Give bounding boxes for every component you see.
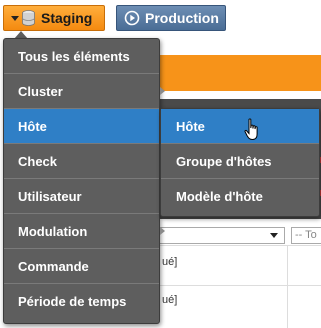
menu-item-label: Commande [18, 259, 89, 274]
table-column-divider [287, 245, 288, 328]
submenu-item-label: Hôte [176, 119, 205, 134]
staging-env-button[interactable]: Staging [3, 5, 105, 31]
submenu-item-modele-d-hote[interactable]: Modèle d'hôte [161, 179, 319, 214]
menu-item-commande[interactable]: Commande [4, 249, 159, 284]
submenu-item-hote[interactable]: Hôte [161, 109, 319, 144]
submenu-item-groupe-d-hotes[interactable]: Groupe d'hôtes [161, 144, 319, 179]
menu-item-tous-les-elements[interactable]: Tous les éléments [4, 39, 159, 74]
production-env-label: Production [145, 10, 219, 26]
database-icon [22, 10, 35, 26]
submenu-arrow-icon [160, 227, 165, 235]
menu-item-label: Modulation [18, 224, 88, 239]
table-divider [150, 245, 321, 246]
host-submenu: Hôte Groupe d'hôtes Modèle d'hôte [160, 108, 320, 217]
menu-item-label: Hôte [18, 119, 47, 134]
table-cell: ué] [162, 256, 178, 268]
production-env-button[interactable]: Production [116, 5, 226, 31]
pointer-hand-cursor-icon [244, 118, 258, 141]
element-type-menu: Tous les éléments Cluster Hôte Check Uti… [3, 38, 165, 324]
caret-down-icon [11, 15, 19, 21]
menu-item-label: Check [18, 154, 58, 169]
menu-item-label: Période de temps [18, 294, 127, 309]
table-divider [150, 285, 321, 286]
submenu-arrow-icon [160, 87, 165, 95]
menu-item-label: Cluster [18, 84, 63, 99]
background-select[interactable] [150, 227, 285, 244]
dropdown-arrow-icon [270, 233, 278, 238]
submenu-item-label: Groupe d'hôtes [176, 154, 272, 169]
top-bar: Staging Production [0, 0, 321, 38]
menu-item-hote[interactable]: Hôte [4, 109, 165, 144]
menu-item-utilisateur[interactable]: Utilisateur [4, 179, 165, 214]
menu-item-check[interactable]: Check [4, 144, 165, 179]
staging-env-label: Staging [41, 10, 93, 26]
menu-item-label: Utilisateur [18, 189, 82, 204]
menu-item-periode-de-temps[interactable]: Période de temps [4, 284, 159, 319]
menu-item-label: Tous les éléments [18, 49, 130, 64]
menu-item-cluster[interactable]: Cluster [4, 74, 165, 109]
submenu-item-label: Modèle d'hôte [176, 189, 263, 204]
table-cell: ué] [162, 294, 178, 306]
menu-item-modulation[interactable]: Modulation [4, 214, 165, 249]
play-circle-icon [124, 10, 140, 26]
background-filter-input[interactable]: -- To [291, 227, 321, 244]
background-orange-banner [150, 55, 321, 91]
